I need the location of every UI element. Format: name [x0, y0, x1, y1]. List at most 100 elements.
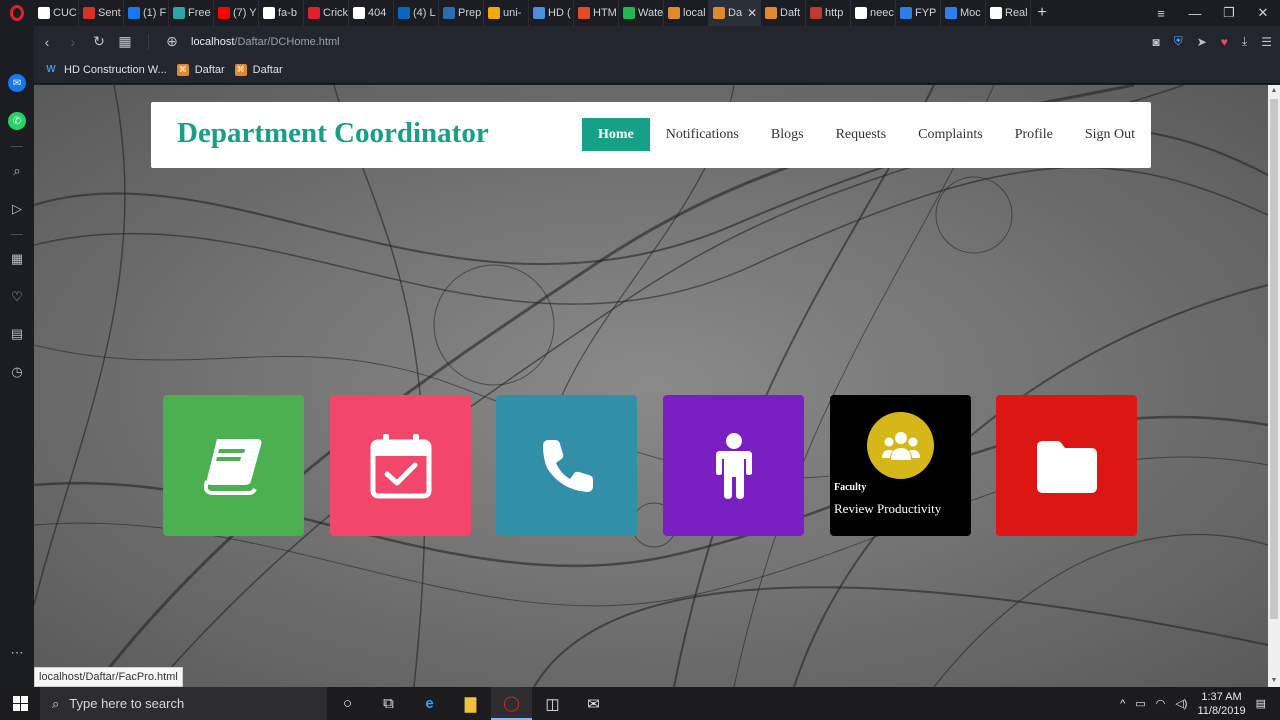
forward-button[interactable]: ›: [60, 34, 86, 50]
download-icon[interactable]: ⤓: [1242, 34, 1247, 49]
browser-tab[interactable]: FYP: [896, 0, 941, 26]
restore-button[interactable]: ❐: [1212, 5, 1246, 21]
page-title: Department Coordinator: [177, 117, 489, 149]
easy-setup-icon[interactable]: ☰: [1261, 35, 1272, 49]
adblock-shield-icon[interactable]: ⛨: [1174, 34, 1183, 49]
history-clock-icon[interactable]: ◷: [8, 363, 26, 381]
scroll-down-arrow[interactable]: ▼: [1268, 675, 1280, 687]
browser-tab[interactable]: Da ✕: [709, 0, 761, 26]
browser-tab[interactable]: Prep: [439, 0, 484, 26]
book-icon: [203, 438, 261, 495]
task-view-icon[interactable]: ⧉: [368, 687, 409, 720]
browser-tab[interactable]: local: [664, 0, 709, 26]
browser-tab[interactable]: Crick: [304, 0, 349, 26]
heart-icon[interactable]: ♡: [8, 288, 26, 306]
mail-icon[interactable]: ✉: [573, 687, 614, 720]
gmail-icon: [83, 7, 95, 19]
browser-tab[interactable]: 404: [349, 0, 394, 26]
browser-tab[interactable]: Daft: [761, 0, 806, 26]
bookmark-heart-icon[interactable]: ♥: [1221, 35, 1228, 49]
browser-tab[interactable]: Wate: [619, 0, 664, 26]
tab-menu-icon[interactable]: ≡: [1144, 6, 1178, 21]
url-field[interactable]: localhost/Daftar/DCHome.html: [191, 36, 340, 48]
notifications-icon[interactable]: ▤: [1256, 697, 1266, 710]
scroll-up-arrow[interactable]: ▲: [1268, 85, 1280, 97]
whatsapp-icon[interactable]: ✆: [8, 112, 26, 130]
chevron-up-icon[interactable]: ^: [1120, 698, 1125, 710]
tile-calendar[interactable]: [330, 395, 471, 536]
browser-tab-label: 404: [368, 7, 387, 19]
edge-icon[interactable]: e: [409, 687, 450, 720]
browser-tab-label: HTM: [593, 7, 617, 19]
store-icon[interactable]: ◫: [532, 687, 573, 720]
browser-tab[interactable]: Real: [986, 0, 1031, 26]
browser-tab[interactable]: HD (: [529, 0, 574, 26]
browser-tab[interactable]: neec: [851, 0, 896, 26]
tile-person[interactable]: [663, 395, 804, 536]
new-tab-button[interactable]: +: [1031, 4, 1053, 22]
browser-tab[interactable]: (4) L: [394, 0, 439, 26]
camera-icon[interactable]: ◙: [1152, 35, 1159, 49]
search-icon[interactable]: ⌕: [8, 162, 26, 180]
close-tab-icon[interactable]: ✕: [747, 6, 757, 20]
nav-profile[interactable]: Profile: [999, 118, 1069, 151]
browser-tab[interactable]: Moc: [941, 0, 986, 26]
calendar-check-icon: [370, 433, 431, 498]
nav-complaints[interactable]: Complaints: [902, 118, 999, 151]
page-scrollbar[interactable]: ▲ ▼: [1268, 85, 1280, 687]
news-icon[interactable]: ▤: [8, 325, 26, 343]
bookmark-daftar-2[interactable]: ⌘ Daftar: [234, 64, 283, 76]
back-button[interactable]: ‹: [34, 34, 60, 50]
browser-tab[interactable]: fa-b: [259, 0, 304, 26]
tile-book[interactable]: [163, 395, 304, 536]
battery-icon[interactable]: ▭: [1135, 697, 1145, 710]
browser-tab-label: Sent: [98, 7, 121, 19]
taskbar-search[interactable]: ⌕ Type here to search: [40, 687, 327, 720]
browser-tab[interactable]: uni-: [484, 0, 529, 26]
browser-tab[interactable]: CUC: [34, 0, 79, 26]
windows-logo-icon: [12, 696, 28, 711]
wifi-icon[interactable]: ◠: [1156, 697, 1166, 710]
nav-blogs[interactable]: Blogs: [755, 118, 820, 151]
close-window-button[interactable]: ✕: [1246, 5, 1280, 21]
browser-tab-label: Wate: [638, 7, 664, 19]
browser-tab[interactable]: (1) F: [124, 0, 169, 26]
cortana-icon[interactable]: ○: [327, 687, 368, 720]
tile-phone[interactable]: [496, 395, 637, 536]
bookmark-daftar-1[interactable]: ⌘ Daftar: [176, 64, 225, 76]
system-tray: ^ ▭ ◠ ◁) 1:37 AM 11/8/2019 ▤: [1120, 687, 1280, 720]
phone-icon: [542, 439, 593, 492]
file-explorer-icon[interactable]: ▇: [450, 687, 491, 720]
minimize-button[interactable]: —: [1178, 6, 1212, 21]
messenger-icon[interactable]: ✉: [8, 74, 26, 92]
linkedin-icon: [398, 7, 410, 19]
browser-tab[interactable]: HTM: [574, 0, 619, 26]
more-icon[interactable]: ⋯: [8, 644, 26, 662]
nav-requests[interactable]: Requests: [820, 118, 903, 151]
browser-tab-label: CUC: [53, 7, 77, 19]
browser-tab[interactable]: (7) Y: [214, 0, 259, 26]
browser-tab[interactable]: http: [806, 0, 851, 26]
opera-taskbar-icon[interactable]: ◯: [491, 687, 532, 720]
nav-home[interactable]: Home: [582, 118, 650, 151]
send-icon[interactable]: ▷: [8, 200, 26, 218]
xampp-icon: [668, 7, 680, 19]
speed-dial-icon[interactable]: ▦: [8, 250, 26, 268]
bookmark-hd-construction[interactable]: W HD Construction W...: [44, 64, 166, 76]
clock[interactable]: 1:37 AM 11/8/2019: [1197, 690, 1245, 718]
start-button[interactable]: [0, 687, 40, 720]
tabs-overview-icon[interactable]: ▦: [112, 33, 138, 50]
browser-tab[interactable]: Sent: [79, 0, 124, 26]
tile-faculty-review[interactable]: Faculty Review Productivity: [830, 395, 971, 536]
tile-folder[interactable]: [996, 395, 1137, 536]
send-icon[interactable]: ➤: [1197, 35, 1207, 49]
wattpad-icon: [623, 7, 635, 19]
facebook-icon: [128, 7, 140, 19]
nav-notifications[interactable]: Notifications: [650, 118, 755, 151]
reload-button[interactable]: ↻: [86, 33, 112, 50]
scroll-thumb[interactable]: [1270, 99, 1278, 619]
opera-logo-icon[interactable]: [0, 0, 34, 26]
browser-tab[interactable]: Free: [169, 0, 214, 26]
nav-sign-out[interactable]: Sign Out: [1069, 118, 1151, 151]
volume-icon[interactable]: ◁): [1175, 697, 1187, 710]
